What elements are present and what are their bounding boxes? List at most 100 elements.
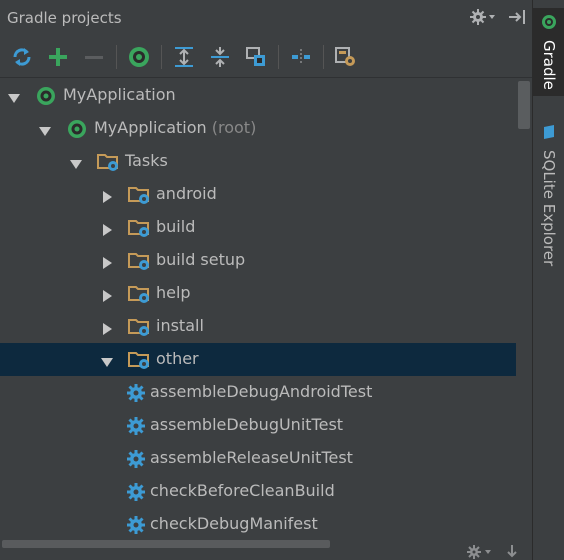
tree-row[interactable]: other [0,343,516,376]
expanded-arrow-icon[interactable] [39,122,51,136]
tree-row-text: help [156,283,191,302]
execute-task-button[interactable] [125,43,153,71]
database-icon [542,124,556,144]
task-folder-icon [128,317,150,337]
pin-down-icon[interactable] [506,544,518,560]
tree-row[interactable]: checkBeforeCleanBuild [0,475,516,508]
attach-project-button[interactable] [242,43,270,71]
tree-row[interactable]: install [0,310,516,343]
tree-row-text: assembleReleaseUnitTest [150,448,353,467]
task-folder-icon [128,185,150,205]
collapse-all-button[interactable] [206,43,234,71]
gradle-icon [66,119,88,139]
tree-row[interactable]: assembleDebugUnitTest [0,409,516,442]
gradle-settings-button[interactable] [332,43,360,71]
task-folder-icon [128,284,150,304]
sidebar-tab-gradle[interactable]: Gradle [533,8,564,96]
tree-row-text: build setup [156,250,246,269]
tree-row-label: build [156,217,195,236]
sidebar-tab-label: SQLite Explorer [540,150,558,267]
tree-row-label: assembleReleaseUnitTest [150,448,353,467]
expand-all-icon [175,46,193,67]
collapsed-arrow-icon[interactable] [101,221,113,236]
toggle-offline-button[interactable] [287,43,315,71]
remove-icon [85,55,103,59]
sidebar-tab-sqlite-explorer[interactable]: SQLite Explorer [533,120,564,270]
tree-row[interactable]: build setup [0,244,516,277]
toolbar-separator [323,44,324,69]
horizontal-scroll-thumb[interactable] [2,540,330,548]
refresh-icon [13,47,31,66]
gear-icon [126,449,148,469]
gradle-tool-window: Gradle projects MyApplication MyApplicat… [0,0,532,560]
tree-row[interactable]: checkDebugManifest [0,508,516,540]
toggle-offline-icon [292,48,310,65]
tree-row-label: assembleDebugAndroidTest [150,382,372,401]
horizontal-scrollbar[interactable] [0,540,532,560]
tree-row-text: other [156,349,199,368]
expand-all-button[interactable] [170,43,198,71]
collapsed-arrow-icon[interactable] [101,320,113,335]
tree-row-label: checkDebugManifest [150,514,318,533]
tree-row[interactable]: MyApplication (root) [0,112,516,145]
task-folder-icon [97,152,119,172]
collapsed-arrow-icon[interactable] [101,287,113,302]
tree-row-label: MyApplication [63,85,176,104]
tree-row-text: install [156,316,204,335]
collapsed-arrow-icon[interactable] [101,254,113,269]
tree-row[interactable]: help [0,277,516,310]
task-folder-icon [128,218,150,238]
add-icon [49,47,67,66]
settings-icon [335,46,355,66]
remove-button[interactable] [80,43,108,71]
bottom-actions [466,544,518,560]
task-folder-icon [128,350,150,370]
tree-row-suffix: (root) [206,118,257,137]
tree-row-text: build [156,217,196,236]
gear-icon [126,482,148,502]
right-tool-strip: Gradle SQLite Explorer [532,0,564,560]
expanded-arrow-icon[interactable] [70,155,82,169]
tree-row-text: MyApplication [63,85,176,104]
expanded-arrow-icon[interactable] [101,353,113,367]
tree-row[interactable]: android [0,178,516,211]
gear-icon [126,515,148,535]
bottom-settings-gear-icon[interactable] [466,544,492,560]
tree-row[interactable]: Tasks [0,145,516,178]
tree-row-label: assembleDebugUnitTest [150,415,343,434]
tree-row-text: checkDebugManifest [150,514,318,533]
tree-row-text: assembleDebugAndroidTest [150,382,373,401]
settings-gear-icon[interactable] [470,8,496,30]
gradle-toolbar [0,36,532,78]
tree-row[interactable]: MyApplication [0,79,516,112]
tree-row-label: MyApplication (root) [94,118,256,137]
tree-row[interactable]: assembleReleaseUnitTest [0,442,516,475]
tree-row[interactable]: assembleDebugAndroidTest [0,376,516,409]
gradle-execute-icon [129,46,149,67]
collapsed-arrow-icon[interactable] [101,188,113,203]
tree-row-text: Tasks [125,151,168,170]
tree-row-label: install [156,316,204,335]
tool-window-header: Gradle projects [0,0,532,36]
vertical-scrollbar[interactable] [516,79,532,540]
gradle-icon [35,86,57,106]
collapse-all-icon [211,46,229,67]
tree-row-label: checkBeforeCleanBuild [150,481,335,500]
task-folder-icon [128,251,150,271]
header-actions [470,8,526,30]
tree-row-text: assembleDebugUnitTest [150,415,344,434]
tree-row-text: android [156,184,217,203]
toolbar-separator [278,44,279,69]
toolbar-separator [161,44,162,69]
tree-row-label: other [156,349,199,368]
gear-icon [126,383,148,403]
gradle-project-tree: MyApplication MyApplication (root) Tasks an… [0,79,516,540]
add-button[interactable] [44,43,72,71]
vertical-scroll-thumb[interactable] [518,81,530,129]
tree-row-label: Tasks [125,151,168,170]
expanded-arrow-icon[interactable] [8,89,20,103]
attach-project-icon [246,46,265,66]
tree-row[interactable]: build [0,211,516,244]
refresh-button[interactable] [8,43,36,71]
hide-panel-icon[interactable] [508,9,526,29]
